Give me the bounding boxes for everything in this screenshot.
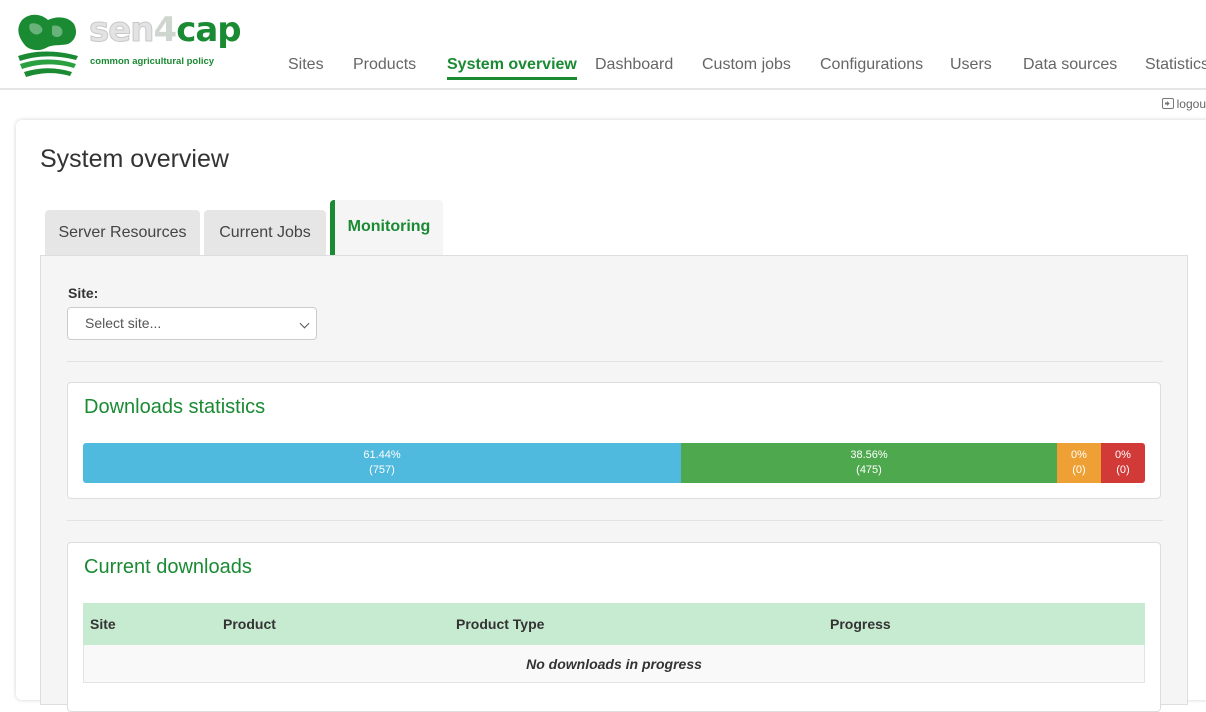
nav-item-statistics[interactable]: Statistics [1145,56,1206,74]
progress-segment-count: (475) [856,464,882,476]
logo-tagline: common agricultural policy [90,56,215,67]
progress-segment: 0% (0) [1057,443,1101,483]
downloads-statistics-title: Downloads statistics [84,396,266,418]
empty-table-message: No downloads in progress [526,656,702,672]
progress-segment: 61.44% (757) [83,443,681,483]
monitoring-tab-content: Site: Select site... Downloads statistic… [40,255,1188,712]
current-downloads-table: Site Product Product Type Progress No do… [83,603,1145,683]
app-header: sen4cap common agricultural policy Sites… [0,0,1206,90]
progress-segment-percent: 0% [1071,449,1087,461]
logout-icon [1161,98,1174,109]
main-panel: System overview Server Resources Current… [16,120,1206,712]
column-header-product-type: Product Type [456,616,545,632]
tab-server-resources[interactable]: Server Resources [45,210,200,255]
logout-label: logou [1176,97,1206,111]
progress-segment: 0% (0) [1101,443,1145,483]
page-title: System overview [40,145,229,173]
tab-current-jobs[interactable]: Current Jobs [204,210,326,255]
downloads-statistics-panel: Downloads statistics 61.44% (757) 38.56% (4… [67,382,1161,499]
nav-item-sites[interactable]: Sites [288,56,324,74]
europe-map-logo-icon [18,14,78,77]
nav-item-products[interactable]: Products [353,56,416,74]
chevron-down-icon [299,318,310,329]
site-select[interactable]: Select site... [67,307,317,340]
logout-link[interactable]: logou [1161,97,1206,111]
nav-item-custom-jobs[interactable]: Custom jobs [702,56,791,74]
current-downloads-title: Current downloads [84,556,252,578]
header-divider [0,88,1206,90]
table-header-row: Site Product Product Type Progress [83,603,1145,645]
progress-segment-percent: 38.56% [850,449,888,461]
progress-segment-percent: 61.44% [363,449,401,461]
tab-monitoring[interactable]: Monitoring [330,200,443,256]
column-header-product: Product [223,616,276,632]
nav-item-dashboard[interactable]: Dashboard [595,56,673,74]
section-divider [67,361,1163,362]
column-header-site: Site [90,616,116,632]
section-divider [67,520,1163,521]
progress-segment-count: (0) [1072,464,1086,476]
table-row: No downloads in progress [83,645,1145,683]
nav-item-users[interactable]: Users [950,56,992,74]
downloads-progress-bar: 61.44% (757) 38.56% (475) 0% (0) 0% (0) [83,443,1145,483]
current-downloads-panel: Current downloads Site Product Product T… [67,542,1161,712]
sen4cap-logo[interactable]: sen4cap common agricultural policy [16,10,242,80]
progress-segment-count: (757) [369,464,395,476]
progress-segment-count: (0) [1116,464,1130,476]
site-label: Site: [68,285,99,301]
nav-item-data-sources[interactable]: Data sources [1023,56,1117,74]
logo-wordmark: sen4cap [89,10,242,50]
site-select-value: Select site... [85,315,162,331]
progress-segment-percent: 0% [1115,449,1131,461]
progress-segment: 38.56% (475) [681,443,1057,483]
nav-item-configurations[interactable]: Configurations [820,56,923,74]
column-header-progress: Progress [830,616,891,632]
nav-item-system-overview[interactable]: System overview [447,56,577,80]
